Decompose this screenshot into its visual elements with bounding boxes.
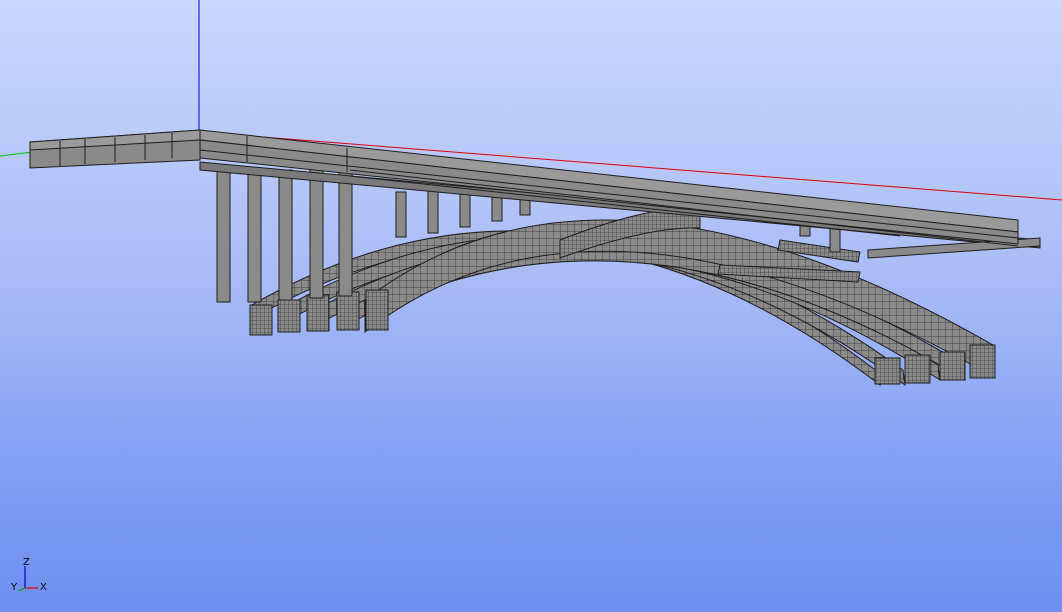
triad-z-label: Z [23, 557, 30, 568]
orientation-triad: Z Y X [10, 557, 47, 593]
triad-y-axis [18, 587, 26, 592]
bridge-scene[interactable] [0, 0, 1062, 612]
triad-y-label: Y [10, 582, 18, 593]
triad-x-label: X [40, 582, 47, 593]
3d-viewport[interactable]: Z Y X [0, 0, 1062, 612]
approach-piers[interactable] [216, 165, 353, 303]
